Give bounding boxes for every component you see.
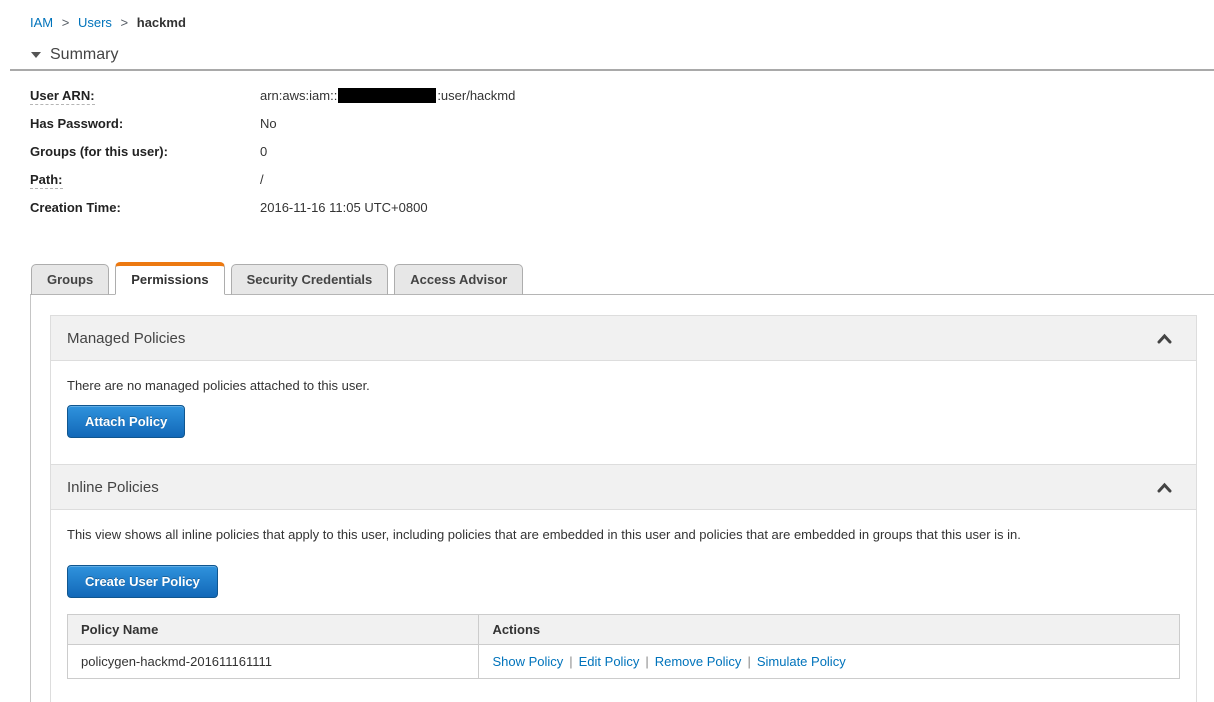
creation-time-label: Creation Time: [30, 199, 121, 215]
has-password-value: No [260, 115, 277, 131]
managed-policies-header: Managed Policies [51, 316, 1196, 361]
summary-field-groups: Groups (for this user): 0 [30, 137, 1214, 165]
breadcrumb-link-iam[interactable]: IAM [30, 15, 53, 30]
tab-permissions[interactable]: Permissions [115, 262, 225, 295]
action-separator: | [645, 654, 649, 669]
policy-actions-cell: Show Policy | Edit Policy | Remove Policy | Si… [478, 644, 1180, 679]
action-separator: | [747, 654, 751, 669]
summary-field-path: Path: / [30, 165, 1214, 193]
tab-groups[interactable]: Groups [31, 264, 110, 295]
summary-field-user-arn: User ARN: arn:aws:iam:::user/hackmd [30, 81, 1214, 109]
summary-fields: User ARN: arn:aws:iam:::user/hackmd Has … [30, 81, 1214, 221]
actions-column-header: Actions [478, 614, 1180, 645]
edit-policy-link[interactable]: Edit Policy [579, 654, 640, 669]
breadcrumb-link-users[interactable]: Users [78, 15, 112, 30]
path-value: / [260, 171, 264, 187]
has-password-label: Has Password: [30, 115, 124, 131]
user-arn-value: arn:aws:iam:::user/hackmd [260, 87, 516, 103]
inline-policies-body: This view shows all inline policies that… [51, 510, 1196, 702]
summary-field-creation-time: Creation Time: 2016-11-16 11:05 UTC+0800 [30, 193, 1214, 221]
managed-policies-empty-text: There are no managed policies attached t… [67, 378, 370, 393]
remove-policy-link[interactable]: Remove Policy [655, 654, 742, 669]
inline-policies-description: This view shows all inline policies that… [67, 527, 1021, 542]
breadcrumb-separator: > [61, 15, 70, 30]
summary-divider [10, 69, 1214, 71]
table-header-row: Policy Name Actions [66, 614, 1180, 645]
creation-time-value: 2016-11-16 11:05 UTC+0800 [260, 199, 428, 215]
managed-policies-section: Managed Policies There are no managed po… [51, 316, 1196, 464]
tab-security-credentials[interactable]: Security Credentials [230, 264, 389, 295]
collapse-chevron-icon[interactable] [1153, 482, 1176, 493]
collapse-chevron-icon[interactable] [1153, 333, 1176, 344]
action-separator: | [569, 654, 573, 669]
groups-label: Groups (for this user): [30, 143, 168, 159]
user-arn-label: User ARN: [30, 87, 95, 105]
simulate-policy-link[interactable]: Simulate Policy [757, 654, 846, 669]
breadcrumb-separator: > [120, 15, 129, 30]
create-user-policy-button[interactable]: Create User Policy [67, 565, 218, 598]
redacted-account-id [338, 87, 437, 103]
managed-policies-body: There are no managed policies attached t… [51, 361, 1196, 464]
summary-heading: Summary [31, 46, 1214, 64]
attach-policy-button[interactable]: Attach Policy [67, 405, 186, 438]
show-policy-link[interactable]: Show Policy [492, 654, 563, 669]
policy-table-row: policygen-hackmd-201611161111 Show Polic… [66, 644, 1180, 679]
managed-policies-title: Managed Policies [67, 329, 186, 347]
summary-field-has-password: Has Password: No [30, 109, 1214, 137]
tab-access-advisor[interactable]: Access Advisor [394, 264, 524, 295]
policy-sections: Managed Policies There are no managed po… [50, 315, 1197, 702]
policy-name-cell: policygen-hackmd-201611161111 [66, 644, 480, 679]
path-label: Path: [30, 171, 63, 189]
tab-bar: Groups Permissions Security Credentials … [31, 262, 1214, 295]
collapse-caret-icon[interactable] [31, 52, 41, 58]
inline-policies-header: Inline Policies [51, 465, 1196, 510]
inline-policies-section: Inline Policies This view shows all inli… [51, 464, 1196, 702]
summary-title: Summary [50, 46, 119, 63]
groups-value: 0 [260, 143, 268, 159]
policy-name-column-header: Policy Name [66, 614, 480, 645]
breadcrumb: IAM > Users > hackmd [0, 0, 1214, 33]
inline-policies-table: Policy Name Actions policygen-hackmd-201… [66, 614, 1180, 679]
breadcrumb-current-user: hackmd [136, 15, 186, 30]
inline-policies-title: Inline Policies [67, 478, 159, 496]
permissions-tab-panel: Managed Policies There are no managed po… [30, 294, 1214, 702]
